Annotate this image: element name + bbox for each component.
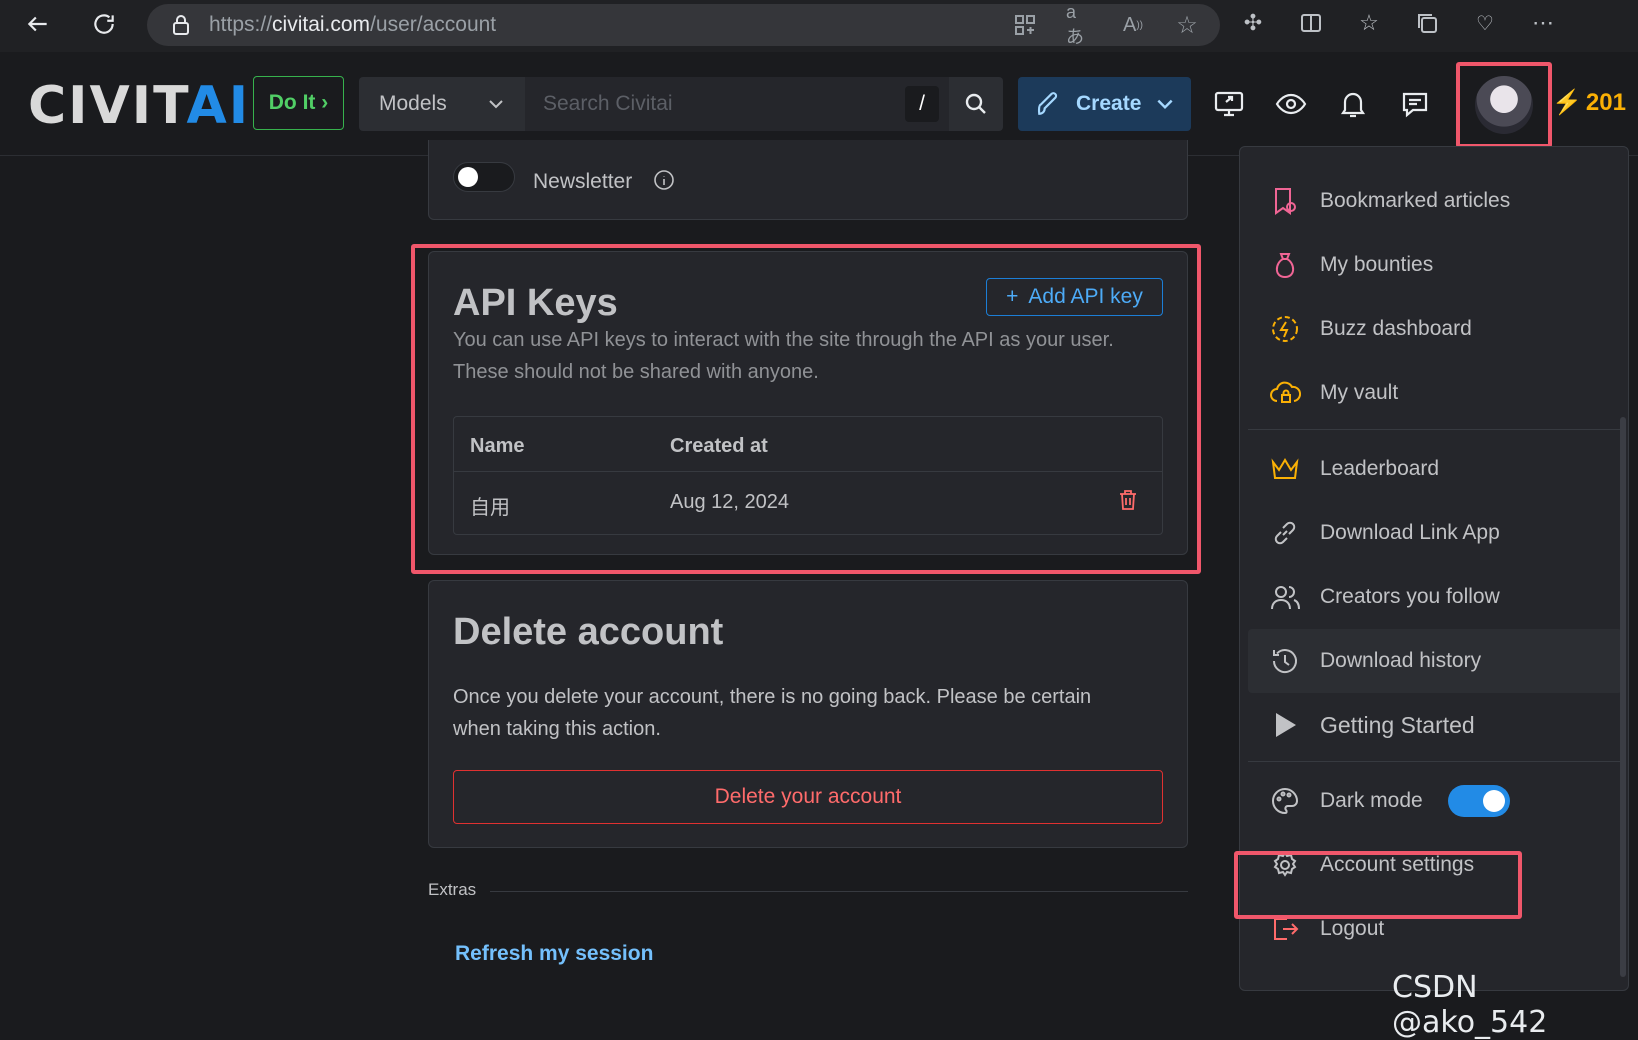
lock-icon <box>173 15 189 35</box>
favorites-icon[interactable]: ☆ <box>1356 10 1382 36</box>
chevron-down-icon <box>1157 99 1173 110</box>
url-text: https://civitai.com/user/account <box>209 13 497 36</box>
watermark: CSDN @ako_542 <box>1392 970 1548 1040</box>
palette-icon <box>1268 784 1302 818</box>
delete-description: Once you delete your account, there is n… <box>453 686 1092 708</box>
menu-item-buzz-dashboard[interactable]: Buzz dashboard <box>1248 297 1622 361</box>
back-button[interactable] <box>18 4 58 44</box>
search-group: Models / <box>359 77 1003 131</box>
browser-toolbar: https://civitai.com/user/account aあ A)) … <box>0 0 1638 52</box>
menu-item-download-link-app[interactable]: Download Link App <box>1248 501 1622 565</box>
delete-description-2: when taking this action. <box>453 718 661 740</box>
extras-label: Extras <box>428 880 477 899</box>
models-select[interactable]: Models <box>359 77 525 131</box>
avatar-button[interactable] <box>1456 62 1552 148</box>
read-aloud-icon[interactable]: A)) <box>1120 12 1146 38</box>
address-bar[interactable]: https://civitai.com/user/account aあ A)) … <box>147 2 1220 47</box>
menu-item-creators-you-follow[interactable]: Creators you follow <box>1248 565 1622 629</box>
health-icon[interactable]: ♡ <box>1472 10 1498 36</box>
menu-item-bookmarked-articles[interactable]: Bookmarked articles <box>1248 169 1622 233</box>
moneybag-icon <box>1268 248 1302 282</box>
menu-item-my-bounties[interactable]: My bounties <box>1248 233 1622 297</box>
bell-icon[interactable] <box>1336 87 1370 121</box>
bolt-icon <box>1268 312 1302 346</box>
translate-icon[interactable]: aあ <box>1066 2 1092 47</box>
do-it-button[interactable]: Do It › <box>253 76 344 130</box>
refresh-session-link[interactable]: Refresh my session <box>455 942 653 966</box>
menu-item-getting-started[interactable]: Getting Started <box>1248 693 1622 757</box>
apps-icon[interactable] <box>1012 12 1038 38</box>
users-icon <box>1268 580 1302 614</box>
civitai-logo[interactable]: CIVITAI <box>28 80 250 132</box>
create-button[interactable]: Create <box>1018 77 1191 131</box>
newsletter-card: Newsletter <box>428 140 1188 220</box>
menu-item-download-history[interactable]: Download history <box>1248 629 1622 693</box>
shortcut-key: / <box>905 86 939 122</box>
crown-icon <box>1268 452 1302 486</box>
info-icon[interactable] <box>653 169 675 191</box>
eye-icon[interactable] <box>1274 87 1308 121</box>
bookmark-icon <box>1268 184 1302 218</box>
delete-account-title: Delete account <box>453 611 724 653</box>
menu-scrollbar[interactable] <box>1620 417 1626 977</box>
chat-icon[interactable] <box>1398 87 1432 121</box>
search-button[interactable] <box>949 77 1003 131</box>
split-screen-icon[interactable] <box>1298 10 1324 36</box>
cloud-lock-icon <box>1268 376 1302 410</box>
chevron-down-icon <box>489 100 503 109</box>
delete-account-button[interactable]: Delete your account <box>453 770 1163 824</box>
history-icon <box>1268 644 1302 678</box>
favorite-star-icon[interactable]: ☆ <box>1174 12 1200 39</box>
menu-item-dark-mode[interactable]: Dark mode <box>1248 769 1622 833</box>
divider <box>490 891 1188 892</box>
avatar <box>1475 76 1533 134</box>
more-icon[interactable]: ⋯ <box>1530 10 1556 36</box>
buzz-balance[interactable]: ⚡ 201 <box>1552 88 1626 117</box>
newsletter-label: Newsletter <box>533 170 633 193</box>
cast-screen-icon[interactable] <box>1212 87 1246 121</box>
link-icon <box>1268 516 1302 550</box>
account-settings-highlight <box>1234 851 1522 919</box>
bolt-icon: ⚡ <box>1552 89 1582 116</box>
brush-icon <box>1037 92 1058 115</box>
chevron-right-icon: › <box>321 91 329 114</box>
extensions-icon[interactable]: ✣ <box>1240 10 1266 36</box>
play-icon <box>1268 708 1302 742</box>
collections-icon[interactable] <box>1414 10 1440 36</box>
search-input[interactable] <box>543 92 883 116</box>
refresh-button[interactable] <box>84 4 124 44</box>
search-field[interactable]: / <box>525 77 949 131</box>
menu-item-leaderboard[interactable]: Leaderboard <box>1248 437 1622 501</box>
menu-item-my-vault[interactable]: My vault <box>1248 361 1622 425</box>
api-keys-highlight <box>411 244 1201 574</box>
search-icon <box>965 93 986 114</box>
delete-account-card: Delete account Once you delete your acco… <box>428 580 1188 848</box>
newsletter-toggle[interactable] <box>453 162 515 192</box>
dark-mode-toggle[interactable] <box>1448 785 1510 817</box>
